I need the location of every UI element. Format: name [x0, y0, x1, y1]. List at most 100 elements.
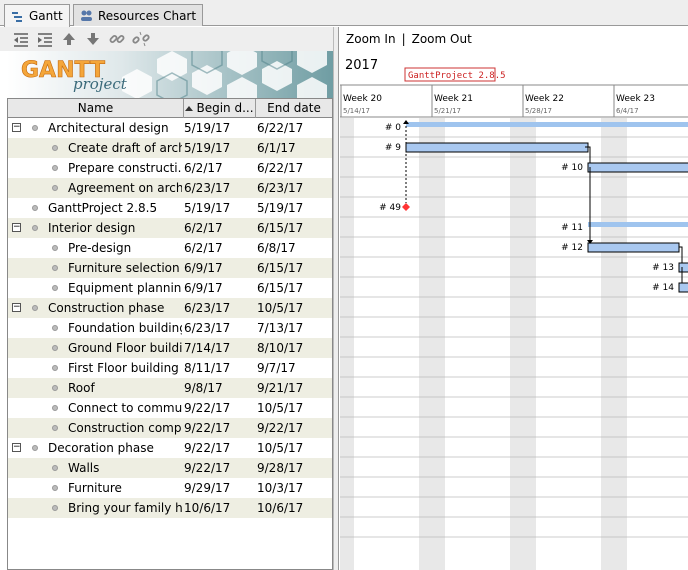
task-end-date: 9/22/17: [257, 421, 304, 435]
table-row[interactable]: − Construction phase 6/23/17 10/5/17: [8, 298, 332, 318]
zoom-out-button[interactable]: Zoom Out: [412, 32, 472, 46]
table-row[interactable]: Construction comp... 9/22/17 9/22/17: [8, 418, 332, 438]
weekend-column: [601, 118, 627, 570]
task-begin-date: 9/22/17: [184, 461, 231, 475]
task-begin-date: 6/2/17: [184, 221, 223, 235]
task-begin-date: 9/22/17: [184, 441, 231, 455]
table-row[interactable]: Walls 9/22/17 9/28/17: [8, 458, 332, 478]
table-row[interactable]: Agreement on arch...6/23/176/23/17: [8, 178, 332, 198]
table-row[interactable]: Equipment planning 6/9/17 6/15/17: [8, 278, 332, 298]
move-down-icon[interactable]: [84, 30, 102, 48]
task-end-date: 10/5/17: [257, 301, 304, 315]
summary-bar: [588, 222, 688, 227]
task-end-date: 10/3/17: [257, 481, 304, 495]
gantt-chart-area[interactable]: 2017 GanttProject 2.8.5 Week 20 5/14/17 Week…: [340, 51, 688, 570]
link-icon[interactable]: [108, 30, 126, 48]
table-row[interactable]: First Floor building 8/11/17 9/7/17: [8, 358, 332, 378]
resources-icon: [81, 10, 92, 21]
task-dot-icon: [52, 265, 58, 271]
timeline-year: 2017: [345, 58, 378, 73]
tab-resources-chart[interactable]: Resources Chart: [73, 4, 204, 26]
toolbar: [0, 27, 333, 51]
task-dot-icon: [52, 465, 58, 471]
task-name: Decoration phase: [48, 441, 154, 455]
task-dot-icon: [52, 285, 58, 291]
collapse-toggle-icon[interactable]: −: [12, 303, 21, 312]
task-dot-icon: [52, 345, 58, 351]
move-up-icon[interactable]: [60, 30, 78, 48]
task-number-label: # 49: [379, 203, 401, 213]
task-name: Foundation building: [68, 321, 182, 335]
task-end-date: 7/13/17: [257, 321, 304, 335]
task-number-label: # 0: [385, 123, 401, 133]
task-begin-date: 8/11/17: [184, 361, 231, 375]
table-row[interactable]: − Architectural design 5/19/17 6/22/17: [8, 118, 332, 138]
task-name: Bring your family h...: [68, 501, 182, 515]
task-name: Agreement on arch...: [68, 181, 182, 195]
tab-gantt-label: Gantt: [29, 9, 63, 23]
task-bar: [587, 242, 680, 253]
table-row[interactable]: Roof 9/8/17 9/21/17: [8, 378, 332, 398]
task-begin-date: 6/9/17: [184, 261, 223, 275]
task-end-date: 6/15/17: [257, 221, 304, 235]
task-begin-date: 7/14/17: [184, 341, 231, 355]
task-begin-date: 6/2/17: [184, 241, 223, 255]
table-row[interactable]: Pre-design 6/2/17 6/8/17: [8, 238, 332, 258]
task-dot-icon: [32, 125, 38, 131]
table-row[interactable]: Prepare constructi... 6/2/17 6/22/17: [8, 158, 332, 178]
task-dot-icon: [52, 425, 58, 431]
collapse-toggle-icon[interactable]: −: [12, 443, 21, 452]
weekend-column: [419, 118, 445, 570]
collapse-toggle-icon[interactable]: −: [12, 223, 21, 232]
task-end-date: 5/19/17: [257, 201, 304, 215]
table-row[interactable]: Create draft of arch...5/19/17 6/1/17: [8, 138, 332, 158]
task-begin-date: 9/8/17: [184, 381, 223, 395]
task-bar: [678, 262, 688, 273]
task-dot-icon: [52, 145, 58, 151]
table-row[interactable]: Ground Floor buildi... 7/14/17 8/10/17: [8, 338, 332, 358]
table-row[interactable]: Connect to commu... 9/22/17 10/5/17: [8, 398, 332, 418]
panel-splitter[interactable]: [333, 27, 339, 570]
task-end-date: 9/21/17: [257, 381, 304, 395]
task-number-label: # 12: [561, 243, 583, 253]
task-bar: [405, 142, 589, 153]
outdent-icon[interactable]: [12, 30, 30, 48]
table-row[interactable]: Bring your family h... 10/6/17 10/6/17: [8, 498, 332, 518]
task-dot-icon: [32, 445, 38, 451]
table-row[interactable]: − Interior design 6/2/17 6/15/17: [8, 218, 332, 238]
zoom-in-button[interactable]: Zoom In: [346, 32, 396, 46]
task-end-date: 8/10/17: [257, 341, 304, 355]
column-header-end[interactable]: End date: [256, 99, 332, 118]
tab-gantt[interactable]: Gantt: [4, 4, 70, 27]
week-label: Week 22: [525, 94, 564, 104]
task-begin-date: 5/19/17: [184, 201, 231, 215]
collapse-toggle-icon[interactable]: −: [12, 123, 21, 132]
task-name: Pre-design: [68, 241, 132, 255]
task-number-label: # 9: [385, 143, 401, 153]
task-begin-date: 10/6/17: [184, 501, 231, 515]
column-header-begin-label: Begin d...: [196, 101, 254, 115]
indent-icon[interactable]: [36, 30, 54, 48]
task-number-label: # 14: [652, 283, 674, 293]
table-row[interactable]: Foundation building 6/23/17 7/13/17: [8, 318, 332, 338]
task-name: Furniture selection: [68, 261, 180, 275]
milestone-diamond: [402, 203, 410, 211]
week-label: Week 21: [434, 94, 473, 104]
column-header-begin[interactable]: Begin d...: [184, 99, 256, 118]
task-tree-table: Name Begin d... End date − Architectural …: [7, 98, 333, 570]
task-name: Prepare constructi...: [68, 161, 182, 175]
task-begin-date: 9/22/17: [184, 421, 231, 435]
table-row[interactable]: − Decoration phase 9/22/17 10/5/17: [8, 438, 332, 458]
task-begin-date: 6/23/17: [184, 301, 231, 315]
task-begin-date: 6/23/17: [184, 321, 231, 335]
task-dot-icon: [32, 205, 38, 211]
week-label: Week 23: [616, 94, 655, 104]
table-row[interactable]: GanttProject 2.8.5 5/19/17 5/19/17: [8, 198, 332, 218]
column-header-name[interactable]: Name: [8, 99, 184, 118]
unlink-icon[interactable]: [132, 30, 150, 48]
sort-ascending-icon: [185, 106, 194, 111]
table-row[interactable]: Furniture selection 6/9/17 6/15/17: [8, 258, 332, 278]
table-row[interactable]: Furniture 9/29/17 10/3/17: [8, 478, 332, 498]
task-name: GanttProject 2.8.5: [48, 201, 158, 215]
task-number-label: # 11: [561, 223, 583, 233]
